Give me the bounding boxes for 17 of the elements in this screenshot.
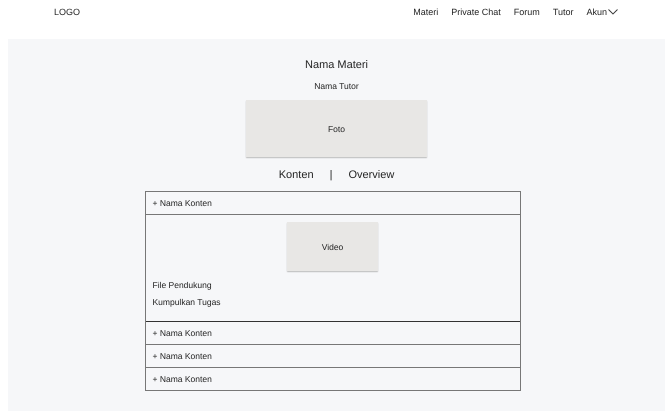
tutor-name: Nama Tutor	[314, 81, 359, 91]
nav-link[interactable]: Forum	[514, 6, 540, 16]
nav-link[interactable]: Akun	[586, 6, 618, 16]
nav-link[interactable]: Materi	[413, 6, 438, 16]
nav-link[interactable]: Private Chat	[451, 6, 501, 16]
tab-separator: |	[330, 169, 332, 181]
course-title: Nama Materi	[305, 59, 368, 71]
video-label: Video	[322, 242, 344, 252]
tab[interactable]: Overview	[348, 169, 394, 181]
content-header[interactable]: + Nama Konten	[146, 192, 520, 215]
content-link[interactable]: File Pendukung	[152, 277, 512, 294]
logo[interactable]: LOGO	[54, 6, 80, 16]
photo-label: Foto	[328, 124, 345, 134]
content-header[interactable]: + Nama Konten	[146, 368, 520, 391]
content-link[interactable]: Kumpulkan Tugas	[152, 294, 512, 311]
nav-link[interactable]: Tutor	[552, 6, 574, 16]
tab[interactable]: Konten	[278, 169, 314, 181]
